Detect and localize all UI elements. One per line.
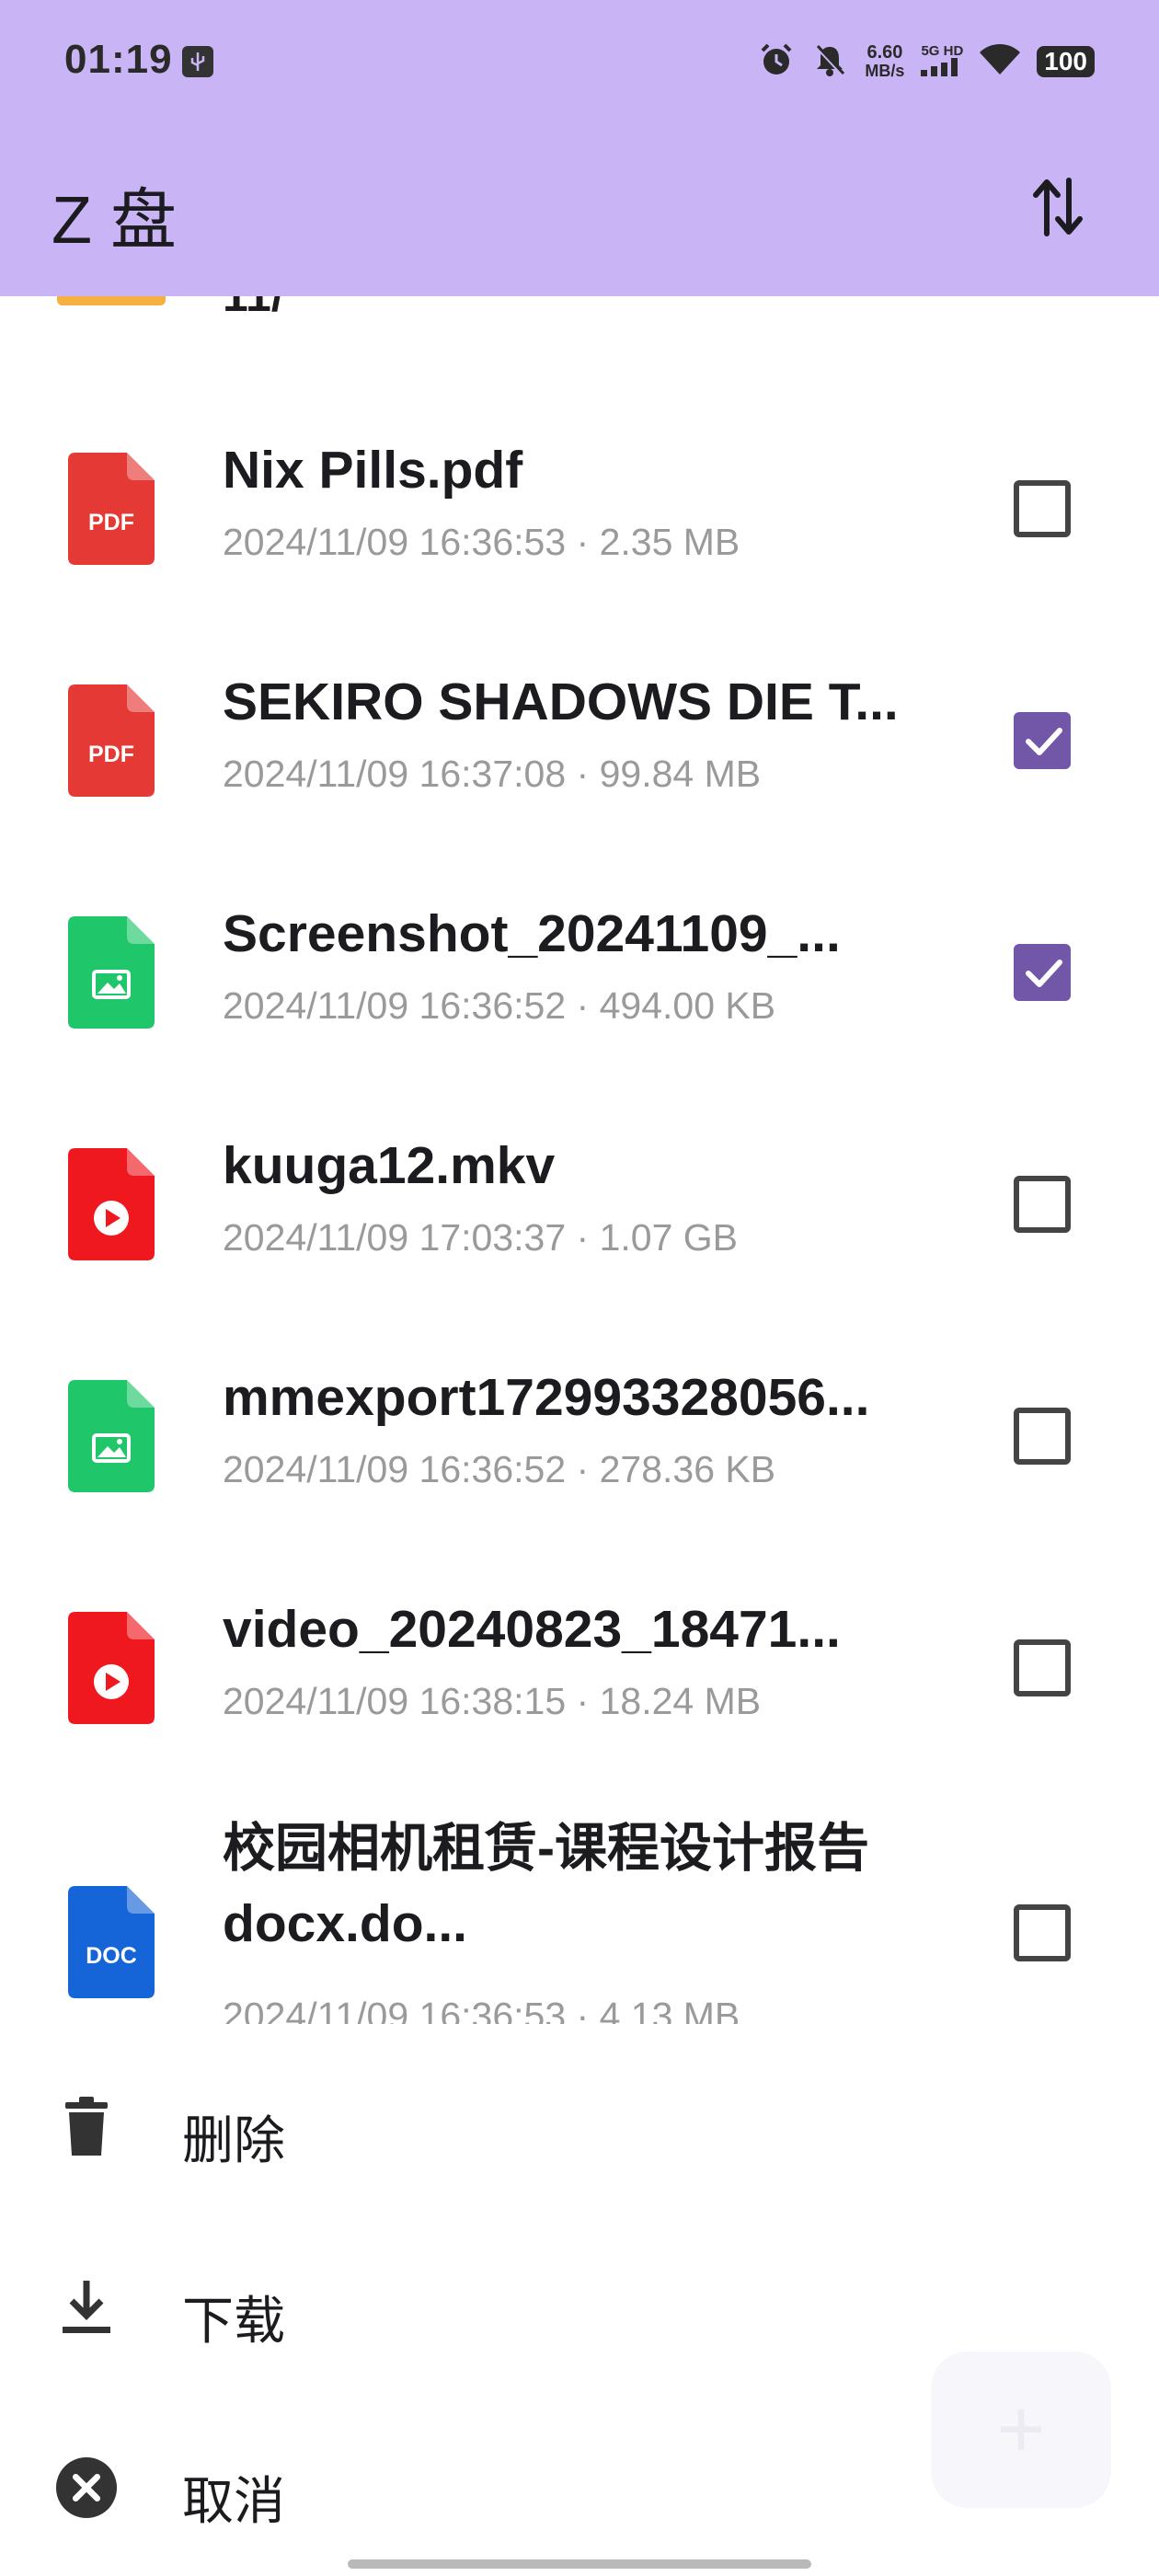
file-name: mmexport172993328056... xyxy=(223,1368,870,1427)
speed-value: 6.60 xyxy=(866,42,903,63)
file-date: 2024/11/09 16:38:15 xyxy=(223,1680,567,1722)
select-checkbox[interactable] xyxy=(1014,712,1071,769)
trash-icon xyxy=(55,2096,118,2158)
file-size: 18.24 MB xyxy=(599,1680,762,1722)
list-item[interactable]: video_20240823_18471... 2024/11/09 16:38:… xyxy=(0,1566,1159,1768)
status-time: 01:19 xyxy=(64,37,173,82)
file-name: SEKIRO SHADOWS DIE T... xyxy=(223,673,899,731)
check-icon xyxy=(1026,728,1062,755)
file-meta: 2024/11/09 17:03:37 · 1.07 GB xyxy=(223,1216,738,1259)
meta-separator: · xyxy=(566,521,600,563)
list-item[interactable]: kuuga12.mkv 2024/11/09 17:03:37 · 1.07 GB xyxy=(0,1102,1159,1305)
delete-button[interactable]: 删除 xyxy=(0,2072,1159,2182)
svg-text:PDF: PDF xyxy=(88,742,134,767)
file-list[interactable]: 11/ PDF Nix Pills.pdf 2024/11/09 16:36:53 … xyxy=(0,296,1159,2044)
select-checkbox[interactable] xyxy=(1014,1176,1071,1233)
pdf-file-icon: PDF xyxy=(68,684,155,797)
folder-icon xyxy=(57,296,166,305)
swap-vertical-icon xyxy=(1033,178,1083,236)
download-button[interactable]: 下载 xyxy=(0,2252,1159,2363)
video-file-icon xyxy=(68,1612,155,1724)
list-item[interactable]: PDF SEKIRO SHADOWS DIE T... 2024/11/09 16:… xyxy=(0,638,1159,841)
select-checkbox[interactable] xyxy=(1014,1904,1071,1961)
select-checkbox[interactable] xyxy=(1014,1408,1071,1465)
file-name: video_20240823_18471... xyxy=(223,1600,841,1659)
speed-unit: MB/s xyxy=(865,62,905,80)
home-indicator[interactable] xyxy=(348,2559,811,2569)
file-date: 2024/11/09 16:36:53 xyxy=(223,521,567,563)
sort-button[interactable] xyxy=(1021,166,1095,248)
list-item-name: 11/ xyxy=(223,296,284,322)
signal-bars-icon xyxy=(921,57,958,76)
plus-icon: + xyxy=(996,2383,1046,2476)
image-file-icon xyxy=(68,1380,155,1492)
file-size: 278.36 KB xyxy=(599,1448,776,1490)
file-name: kuuga12.mkv xyxy=(223,1136,556,1195)
meta-separator: · xyxy=(566,753,600,795)
cancel-label: 取消 xyxy=(182,2472,285,2530)
file-size: 494.00 KB xyxy=(599,984,776,1027)
meta-separator: · xyxy=(566,1216,600,1259)
file-size: 1.07 GB xyxy=(599,1216,739,1259)
top-app-bar: 01:19 6.60 MB/s 5G HD 100 Z 盘 xyxy=(0,0,1159,296)
file-name: 校园相机租赁-课程设计报告docx.do... xyxy=(223,1819,869,1953)
status-icons: 6.60 MB/s 5G HD 100 xyxy=(758,39,1095,85)
svg-text:DOC: DOC xyxy=(86,1943,137,1969)
select-checkbox[interactable] xyxy=(1014,944,1071,1001)
meta-separator: · xyxy=(566,1680,600,1722)
network-speed: 6.60 MB/s xyxy=(865,43,904,80)
list-item[interactable]: DOC 校园相机租赁-课程设计报告docx.do... 2024/11/09 16:… xyxy=(0,1798,1159,2044)
file-date: 2024/11/09 16:36:52 xyxy=(223,1448,567,1490)
meta-separator: · xyxy=(566,1448,600,1490)
list-item[interactable]: Screenshot_20241109_... 2024/11/09 16:36:… xyxy=(0,870,1159,1073)
usb-debug-icon xyxy=(182,46,213,77)
file-name: Nix Pills.pdf xyxy=(223,441,523,500)
download-icon xyxy=(55,2276,118,2339)
list-item[interactable]: PDF Nix Pills.pdf 2024/11/09 16:36:53 · 2.… xyxy=(0,407,1159,609)
list-item[interactable]: mmexport172993328056... 2024/11/09 16:36:… xyxy=(0,1334,1159,1536)
delete-label: 删除 xyxy=(182,2111,285,2169)
file-meta: 2024/11/09 16:38:15 · 18.24 MB xyxy=(223,1680,761,1723)
bell-muted-icon xyxy=(811,41,848,83)
file-size: 2.35 MB xyxy=(599,521,740,563)
battery-indicator: 100 xyxy=(1037,46,1095,77)
add-fab[interactable]: + xyxy=(931,2352,1111,2508)
select-checkbox[interactable] xyxy=(1014,1639,1071,1696)
file-meta: 2024/11/09 16:36:52 · 278.36 KB xyxy=(223,1448,775,1491)
file-date: 2024/11/09 16:36:52 xyxy=(223,984,567,1027)
meta-separator: · xyxy=(566,984,600,1027)
alarm-icon xyxy=(758,41,795,83)
pdf-file-icon: PDF xyxy=(68,453,155,565)
file-date: 2024/11/09 16:37:08 xyxy=(223,753,567,795)
file-date: 2024/11/09 17:03:37 xyxy=(223,1216,567,1259)
close-circle-icon xyxy=(55,2456,118,2519)
svg-text:PDF: PDF xyxy=(88,510,134,535)
video-file-icon xyxy=(68,1148,155,1260)
doc-file-icon: DOC xyxy=(68,1886,155,1998)
select-checkbox[interactable] xyxy=(1014,480,1071,537)
file-size: 99.84 MB xyxy=(599,753,762,795)
cellular-signal: 5G HD xyxy=(921,42,964,79)
file-meta: 2024/11/09 16:36:52 · 494.00 KB xyxy=(223,984,775,1028)
image-file-icon xyxy=(68,916,155,1029)
file-meta: 2024/11/09 16:36:53 · 2.35 MB xyxy=(223,521,740,564)
download-label: 下载 xyxy=(182,2292,285,2350)
network-type: 5G HD xyxy=(921,42,964,59)
page-title: Z 盘 xyxy=(52,184,177,258)
file-meta: 2024/11/09 16:37:08 · 99.84 MB xyxy=(223,753,761,796)
check-icon xyxy=(1026,960,1062,987)
file-name: Screenshot_20241109_... xyxy=(223,904,841,963)
wifi-icon xyxy=(980,43,1021,81)
